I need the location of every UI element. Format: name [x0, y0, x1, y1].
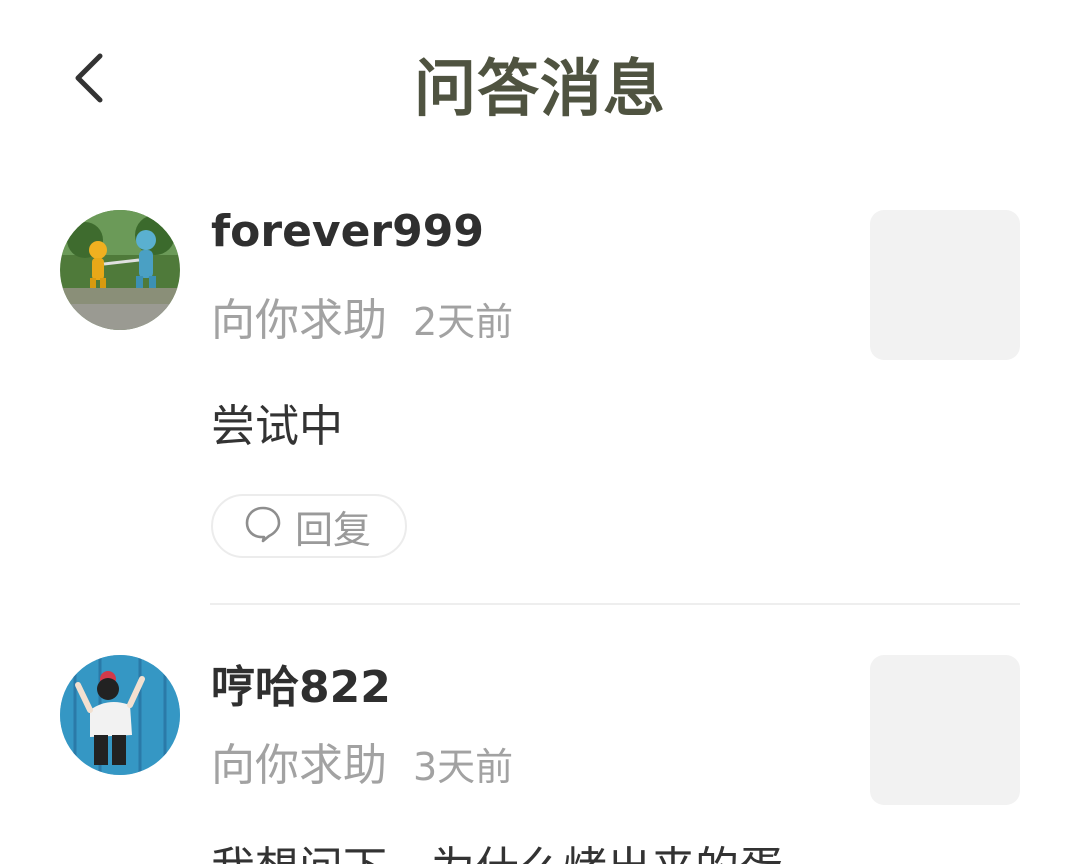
timestamp: 2天前	[413, 300, 514, 344]
avatar[interactable]	[60, 655, 180, 775]
thumbnail-placeholder[interactable]	[870, 655, 1020, 805]
message-content[interactable]: 我想问下，为什么烤出来的蛋	[211, 832, 783, 864]
username[interactable]: forever999	[211, 206, 484, 257]
page-title: 问答消息	[413, 52, 666, 125]
timestamp: 3天前	[413, 745, 514, 789]
reply-button[interactable]: 回复	[211, 494, 407, 558]
avatar[interactable]	[60, 210, 180, 330]
reply-label: 回复	[295, 507, 372, 552]
action-text: 向你求助	[211, 740, 387, 791]
header-bar: 问答消息	[0, 0, 1080, 160]
username[interactable]: 哼哈822	[211, 651, 391, 715]
divider	[210, 603, 1020, 605]
speech-bubble-icon	[243, 504, 283, 548]
message-meta: 向你求助 2天前	[211, 284, 513, 348]
message-meta: 向你求助 3天前	[211, 729, 513, 793]
thumbnail-placeholder[interactable]	[870, 210, 1020, 360]
action-text: 向你求助	[211, 295, 387, 346]
qa-messages-page: 问答消息 forever999 向你求助 2天前 尝试中 回复 哼哈822 向你…	[0, 0, 1080, 864]
message-content[interactable]: 尝试中	[211, 390, 343, 454]
